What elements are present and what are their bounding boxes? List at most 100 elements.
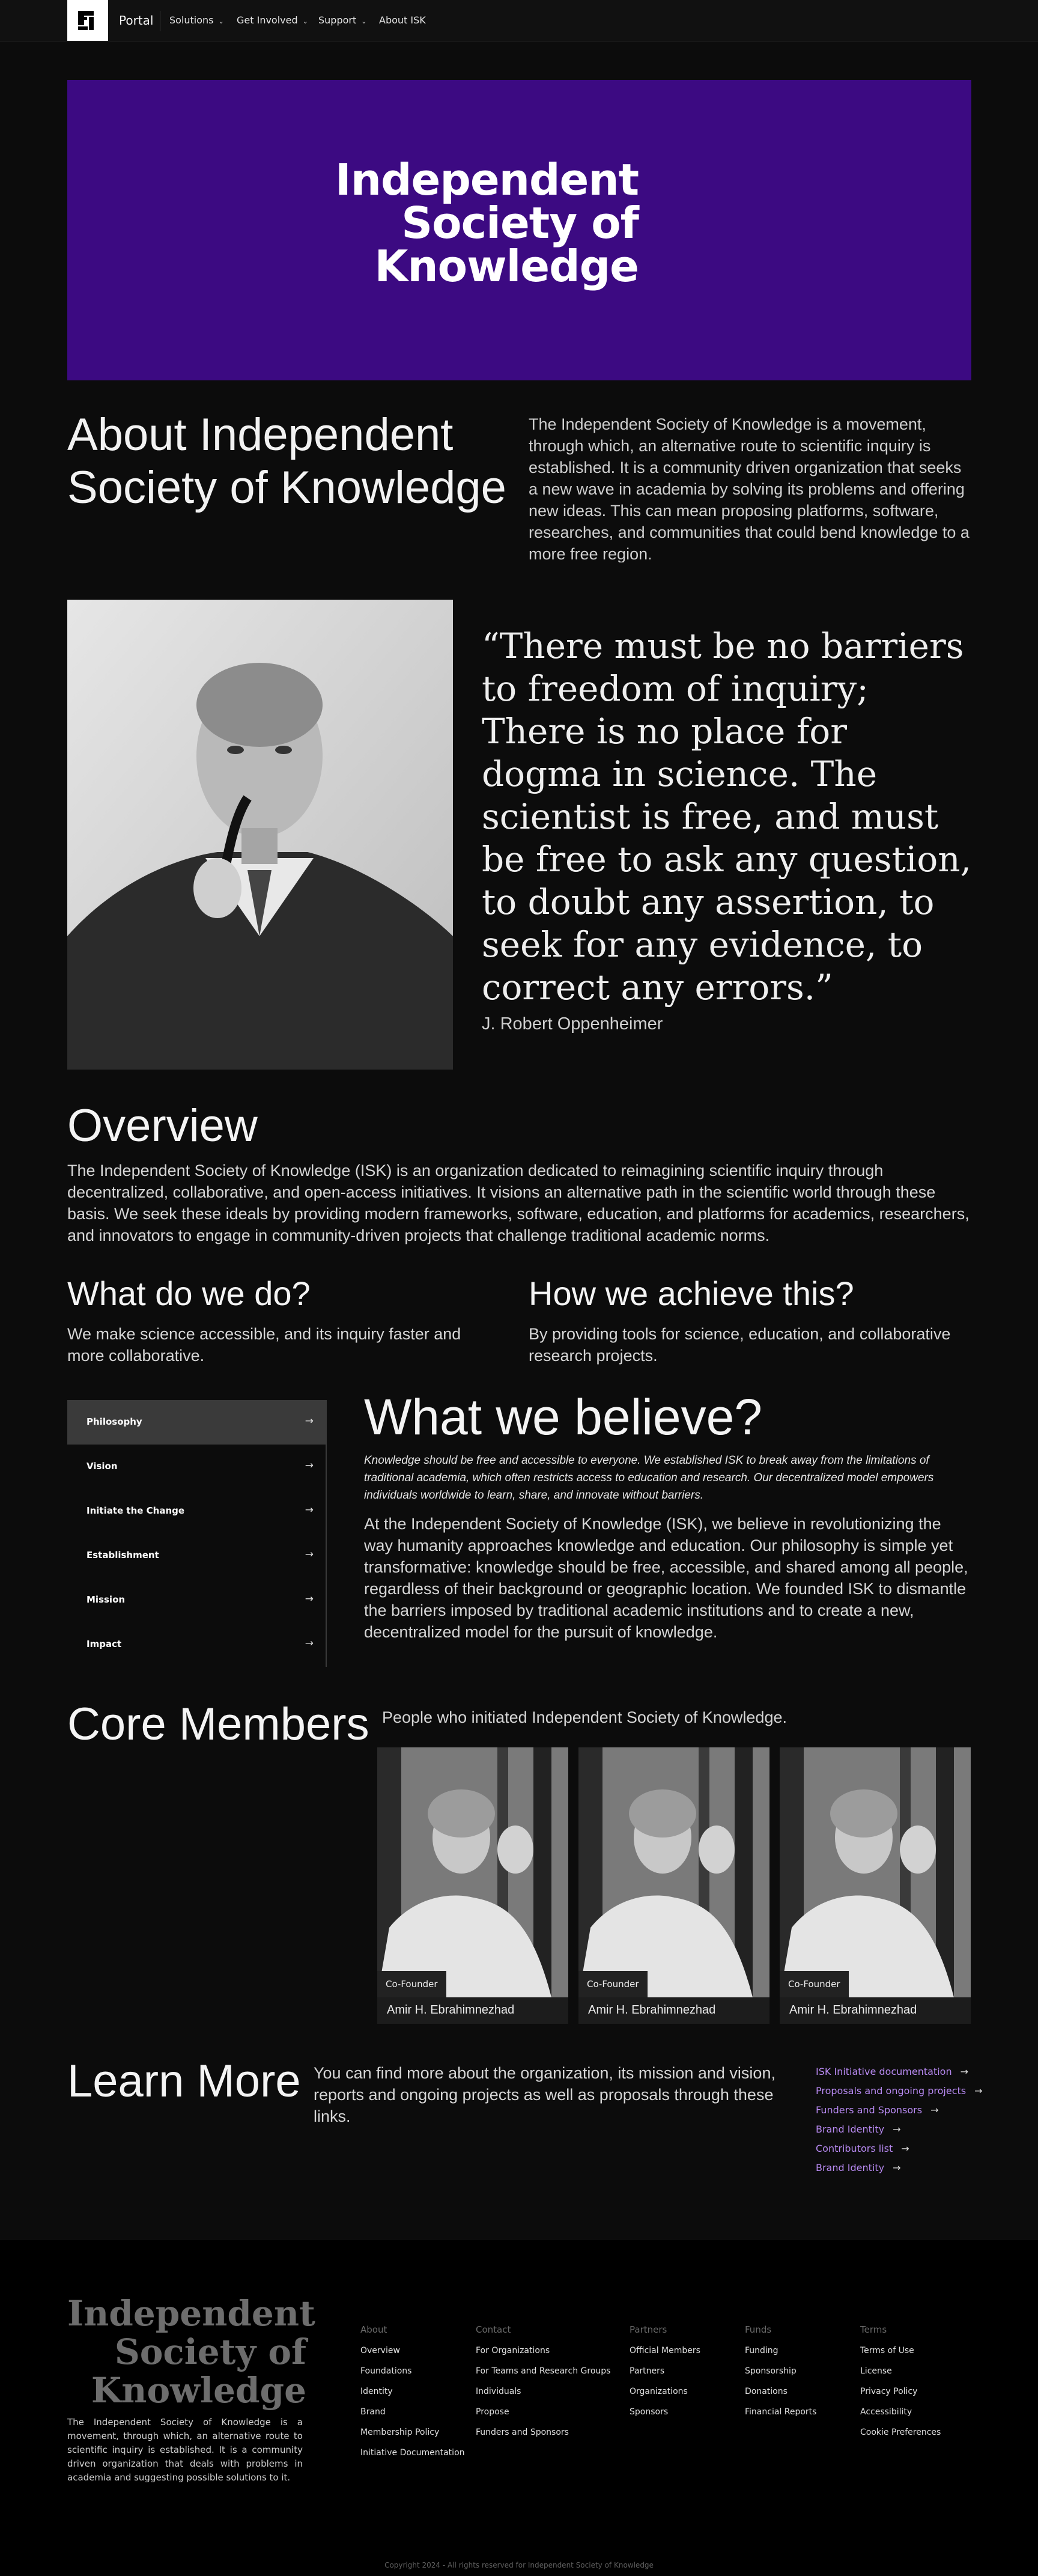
menu-solutions[interactable]: Solutions ⌄ bbox=[169, 14, 224, 26]
footer-column-heading: Terms bbox=[860, 2324, 887, 2335]
quote-text: “There must be no barriers to freedom of… bbox=[482, 626, 972, 1008]
portal-link[interactable]: Portal bbox=[119, 13, 153, 28]
footer-column-contact: Contact For Organizations For Teams and … bbox=[476, 2324, 610, 2447]
isk-logo[interactable] bbox=[67, 0, 108, 41]
arrow-right-icon: → bbox=[901, 2143, 909, 2154]
footer-description: The Independent Society of Knowledge is … bbox=[67, 2417, 303, 2483]
member-name: Amir H. Ebrahimnezhad bbox=[789, 2003, 917, 2017]
footer-link[interactable]: Initiative Documentation bbox=[360, 2447, 465, 2467]
link-isk-initiative-documentation[interactable]: ISK Initiative documentation → bbox=[816, 2066, 968, 2077]
member-photo bbox=[578, 1747, 769, 1997]
isk-logo-icon bbox=[78, 11, 94, 30]
top-navigation-bar: Portal Solutions ⌄ Get Involved ⌄ Support ⌄… bbox=[0, 0, 1038, 41]
tab-label: Establishment bbox=[86, 1550, 159, 1561]
footer-link[interactable]: For Teams and Research Groups bbox=[476, 2365, 610, 2386]
member-card[interactable]: Co-Founder Amir H. Ebrahimnezhad bbox=[578, 1747, 769, 2024]
footer-link[interactable]: Propose bbox=[476, 2406, 610, 2426]
footer-link[interactable]: Membership Policy bbox=[360, 2426, 465, 2447]
footer-link[interactable]: For Organizations bbox=[476, 2345, 610, 2365]
footer-column-terms: Terms Terms of Use License Privacy Polic… bbox=[860, 2324, 941, 2447]
footer-link[interactable]: Funding bbox=[745, 2345, 816, 2365]
footer-column-heading: Partners bbox=[630, 2324, 667, 2335]
footer-link[interactable]: Donations bbox=[745, 2386, 816, 2406]
tab-label: Vision bbox=[86, 1461, 118, 1472]
tab-label: Mission bbox=[86, 1594, 126, 1605]
hero-banner: Independent Society of Knowledge bbox=[67, 80, 971, 380]
footer-link[interactable]: Individuals bbox=[476, 2386, 610, 2406]
footer-link[interactable]: Funders and Sponsors bbox=[476, 2426, 610, 2447]
menu-about-isk-label: About ISK bbox=[379, 14, 426, 26]
member-name: Amir H. Ebrahimnezhad bbox=[387, 2003, 515, 2017]
footer-link[interactable]: Partners bbox=[630, 2365, 700, 2386]
tab-impact[interactable]: Impact → bbox=[67, 1622, 326, 1667]
tab-label: Impact bbox=[86, 1639, 122, 1649]
learn-more-heading: Learn More bbox=[67, 2056, 301, 2107]
footer-link[interactable]: Brand bbox=[360, 2406, 465, 2426]
oppenheimer-portrait bbox=[67, 600, 453, 1070]
arrow-right-icon: → bbox=[974, 2085, 983, 2096]
arrow-right-icon: → bbox=[893, 2124, 901, 2135]
arrow-right-icon: → bbox=[930, 2104, 939, 2116]
footer-link[interactable]: Identity bbox=[360, 2386, 465, 2406]
what-text: We make science accessible, and its inqu… bbox=[67, 1325, 461, 1365]
what-heading: What do we do? bbox=[67, 1274, 311, 1312]
link-contributors-list[interactable]: Contributors list → bbox=[816, 2143, 909, 2154]
footer-column-funds: Funds Funding Sponsorship Donations Fina… bbox=[745, 2324, 816, 2426]
member-name: Amir H. Ebrahimnezhad bbox=[588, 2003, 716, 2017]
link-label: Brand Identity bbox=[816, 2162, 885, 2173]
footer-link[interactable]: Financial Reports bbox=[745, 2406, 816, 2426]
footer-link[interactable]: License bbox=[860, 2365, 941, 2386]
arrow-right-icon: → bbox=[893, 2162, 901, 2173]
hero-title-line: Independent bbox=[335, 154, 639, 205]
tab-establishment[interactable]: Establishment → bbox=[67, 1533, 326, 1578]
chevron-down-icon: ⌄ bbox=[218, 17, 224, 25]
menu-about-isk[interactable]: About ISK bbox=[379, 14, 426, 26]
hero-title-line: Society of bbox=[401, 198, 639, 248]
hero-title: Independent Society of Knowledge bbox=[335, 158, 639, 288]
link-proposals-and-ongoing-projects[interactable]: Proposals and ongoing projects → bbox=[816, 2085, 983, 2096]
tab-vision[interactable]: Vision → bbox=[67, 1445, 326, 1489]
footer-link[interactable]: Foundations bbox=[360, 2365, 465, 2386]
member-card[interactable]: Co-Founder Amir H. Ebrahimnezhad bbox=[780, 1747, 971, 2024]
arrow-right-icon: → bbox=[305, 1593, 314, 1605]
arrow-right-icon: → bbox=[305, 1504, 314, 1516]
believe-lead: Knowledge should be free and accessible … bbox=[364, 1454, 934, 1502]
tab-initiate-the-change[interactable]: Initiate the Change → bbox=[67, 1489, 326, 1533]
members-heading: Core Members bbox=[67, 1699, 369, 1750]
link-brand-identity[interactable]: Brand Identity → bbox=[816, 2124, 900, 2135]
link-brand-identity-2[interactable]: Brand Identity → bbox=[816, 2162, 900, 2173]
footer-link[interactable]: Accessibility bbox=[860, 2406, 941, 2426]
link-funders-and-sponsors[interactable]: Funders and Sponsors → bbox=[816, 2104, 938, 2116]
footer-column-heading: About bbox=[360, 2324, 387, 2335]
member-card[interactable]: Co-Founder Amir H. Ebrahimnezhad bbox=[377, 1747, 568, 2024]
about-heading: About Independent Society of Knowledge bbox=[67, 409, 506, 513]
footer-link[interactable]: Cookie Preferences bbox=[860, 2426, 941, 2447]
link-label: Proposals and ongoing projects bbox=[816, 2085, 967, 2096]
footer-link[interactable]: Organizations bbox=[630, 2386, 700, 2406]
tab-mission[interactable]: Mission → bbox=[67, 1578, 326, 1622]
tab-label: Initiate the Change bbox=[86, 1505, 185, 1516]
footer-link[interactable]: Privacy Policy bbox=[860, 2386, 941, 2406]
member-role: Co-Founder bbox=[377, 1971, 446, 1997]
tab-label: Philosophy bbox=[86, 1416, 142, 1427]
footer-link[interactable]: Sponsorship bbox=[745, 2365, 816, 2386]
footer-title-line: Independent bbox=[67, 2293, 315, 2334]
menu-support[interactable]: Support ⌄ bbox=[318, 14, 366, 26]
arrow-right-icon: → bbox=[305, 1637, 314, 1649]
arrow-right-icon: → bbox=[305, 1415, 314, 1427]
member-photo bbox=[377, 1747, 568, 1997]
tab-philosophy[interactable]: Philosophy → bbox=[67, 1400, 326, 1445]
about-text: The Independent Society of Knowledge is … bbox=[529, 415, 970, 562]
footer-link[interactable]: Sponsors bbox=[630, 2406, 700, 2426]
believe-tabs: Philosophy → Vision → Initiate the Change →… bbox=[67, 1400, 327, 1667]
footer-link[interactable]: Terms of Use bbox=[860, 2345, 941, 2365]
chevron-down-icon: ⌄ bbox=[302, 17, 308, 25]
footer-title-line: Society of bbox=[114, 2331, 306, 2372]
how-text: By providing tools for science, educatio… bbox=[529, 1325, 951, 1365]
arrow-right-icon: → bbox=[305, 1460, 314, 1472]
footer-link[interactable]: Overview bbox=[360, 2345, 465, 2365]
menu-get-involved-label: Get Involved bbox=[237, 14, 298, 26]
overview-heading: Overview bbox=[67, 1100, 258, 1151]
footer-link[interactable]: Official Members bbox=[630, 2345, 700, 2365]
menu-get-involved[interactable]: Get Involved ⌄ bbox=[237, 14, 308, 26]
